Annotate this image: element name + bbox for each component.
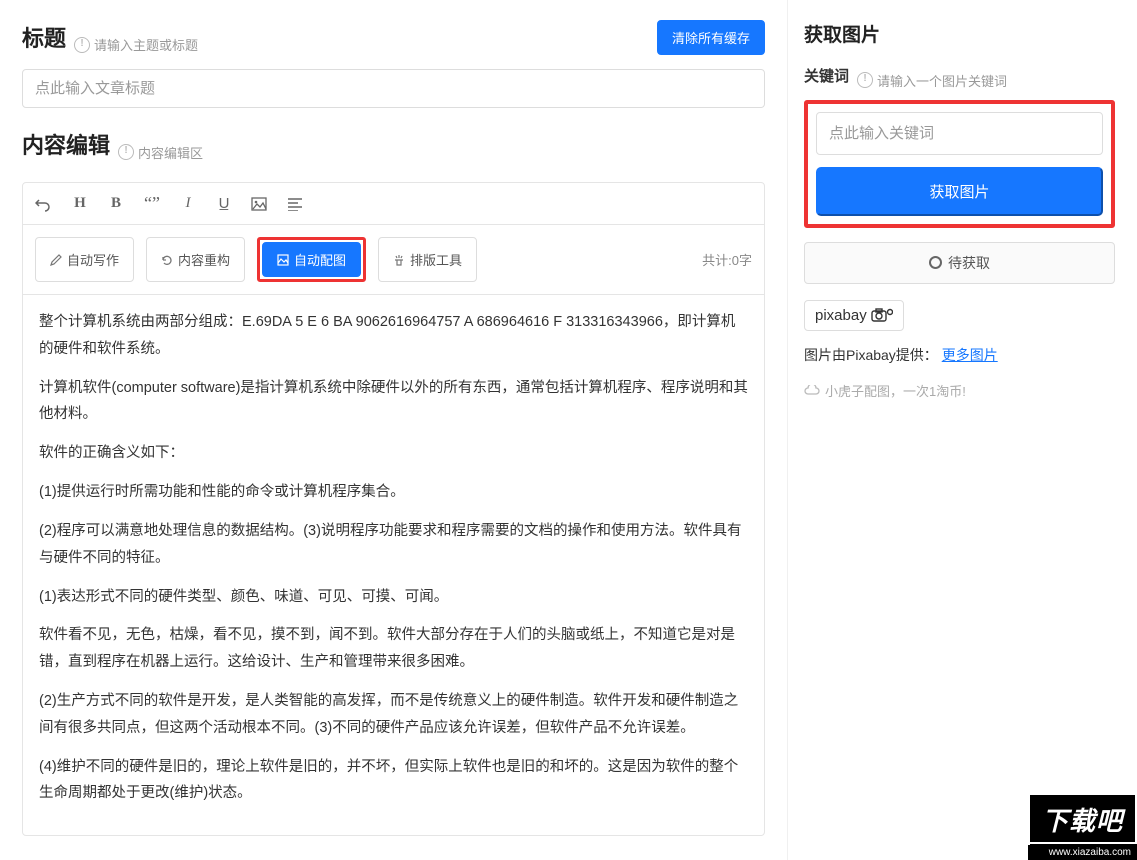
align-icon[interactable]: [287, 197, 305, 211]
image-icon[interactable]: [251, 197, 269, 211]
title-heading: 标题: [22, 21, 66, 53]
main-panel: 标题 请输入主题或标题 清除所有缓存 内容编辑 内容编辑区 H B “” I U…: [0, 0, 787, 860]
paragraph: (2)程序可以满意地处理信息的数据结构。(3)说明程序功能要求和程序需要的文档的…: [39, 518, 748, 572]
paragraph: (2)生产方式不同的软件是开发，是人类智能的高发挥，而不是传统意义上的硬件制造。…: [39, 688, 748, 742]
word-count: 共计:0字: [702, 250, 752, 269]
undo-icon[interactable]: [35, 196, 53, 212]
pixabay-badge: pixabay: [804, 300, 904, 331]
keyword-input[interactable]: [816, 112, 1103, 155]
editor-content[interactable]: 整个计算机系统由两部分组成：E.69DA 5 E 6 BA 9062616964…: [23, 295, 764, 835]
actions-row: 自动写作 内容重构 自动配图 排版工具: [23, 225, 764, 295]
watermark: 下载吧 www.xiazaiba.com: [1028, 793, 1137, 860]
quote-icon[interactable]: “”: [143, 193, 161, 214]
heading-icon[interactable]: H: [71, 195, 89, 212]
clear-cache-button[interactable]: 清除所有缓存: [657, 20, 765, 55]
paragraph: 软件看不见，无色，枯燥，看不见，摸不到，闻不到。软件大部分存在于人们的头脑或纸上…: [39, 622, 748, 676]
title-hint: 请输入主题或标题: [74, 35, 198, 54]
paragraph: (4)维护不同的硬件是旧的，理论上软件是旧的，并不坏，但实际上软件也是旧的和坏的…: [39, 754, 748, 808]
italic-icon[interactable]: I: [179, 195, 197, 212]
tool-icon: [393, 254, 405, 266]
format-toolbar: H B “” I U̲: [23, 183, 764, 225]
fetch-image-button[interactable]: 获取图片: [816, 167, 1103, 216]
pending-status: 待获取: [804, 242, 1115, 284]
keyword-highlight-box: 获取图片: [804, 100, 1115, 228]
editor-box: H B “” I U̲ 自动写作: [22, 182, 765, 836]
content-hint: 内容编辑区: [118, 143, 203, 162]
content-heading: 内容编辑: [22, 128, 110, 160]
auto-image-button[interactable]: 自动配图: [262, 242, 361, 277]
bold-icon[interactable]: B: [107, 195, 125, 212]
tao-cost-line: 小虎子配图，一次1淘币!: [804, 381, 1115, 400]
cloud-icon: [804, 385, 820, 396]
auto-write-button[interactable]: 自动写作: [35, 237, 134, 282]
paragraph: 软件的正确含义如下：: [39, 440, 748, 467]
paragraph: 整个计算机系统由两部分组成：E.69DA 5 E 6 BA 9062616964…: [39, 309, 748, 363]
camera-icon: [871, 308, 893, 322]
layout-tool-button[interactable]: 排版工具: [378, 237, 477, 282]
restructure-button[interactable]: 内容重构: [146, 237, 245, 282]
auto-image-highlight: 自动配图: [257, 237, 366, 282]
keyword-hint: 请输入一个图片关键词: [857, 71, 1007, 90]
paragraph: (1)表达形式不同的硬件类型、颜色、味道、可见、可摸、可闻。: [39, 584, 748, 611]
circle-icon: [929, 256, 942, 269]
watermark-logo: 下载吧: [1028, 793, 1137, 844]
image-small-icon: [277, 254, 289, 266]
more-images-link[interactable]: 更多图片: [942, 347, 998, 363]
article-title-input[interactable]: [22, 69, 765, 108]
paragraph: (1)提供运行时所需功能和性能的命令或计算机程序集合。: [39, 479, 748, 506]
sidebar-panel: 获取图片 关键词 请输入一个图片关键词 获取图片 待获取 pixabay 图片由…: [787, 0, 1137, 860]
image-credit: 图片由Pixabay提供： 更多图片: [804, 345, 1115, 365]
paragraph: 计算机软件(computer software)是指计算机系统中除硬件以外的所有…: [39, 375, 748, 429]
refresh-icon: [161, 254, 173, 266]
pencil-icon: [50, 254, 62, 266]
sidebar-heading: 获取图片: [804, 20, 1115, 47]
watermark-url: www.xiazaiba.com: [1028, 845, 1137, 860]
underline-icon[interactable]: U̲: [215, 195, 233, 212]
keyword-label: 关键词: [804, 65, 849, 86]
